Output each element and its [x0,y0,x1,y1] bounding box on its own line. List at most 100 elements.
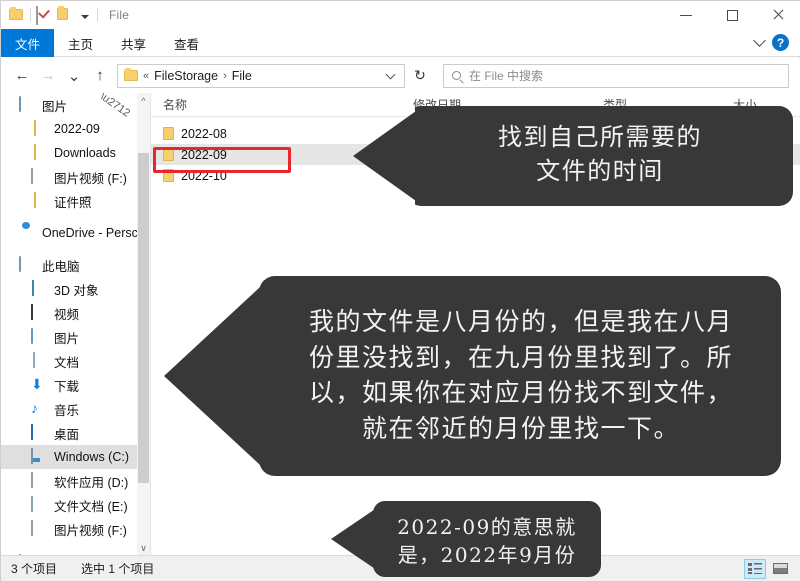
window-controls [663,1,800,29]
tab-file[interactable]: 文件 [1,29,54,57]
sidebar-item-label: 软件应用 (D:) [54,472,128,491]
disk-icon [31,473,47,489]
sidebar-item-label: 图片视频 (F:) [54,520,127,539]
video-icon [31,305,47,321]
folder-icon [163,127,174,140]
item-count: 3 个项目 [11,560,57,577]
sidebar-item-label: 证件照 [54,192,92,211]
sidebar-item-downloads-pc[interactable]: ⬇ 下载 [1,373,150,397]
breadcrumb-file[interactable]: File [232,69,252,83]
disk-icon [31,497,47,513]
details-view-button[interactable] [744,559,766,579]
sidebar-item-label: 此电脑 [42,256,80,275]
row-name: 2022-08 [181,127,227,141]
folder-icon [31,145,47,161]
desktop-icon [31,425,47,441]
quick-access-toolbar: File [1,1,129,29]
sidebar-item-desktop[interactable]: 桌面 [1,421,150,445]
sidebar-item-idphoto[interactable]: 证件照 [1,189,150,213]
large-icons-view-button[interactable] [769,559,791,579]
sidebar-item-label: 2022-09 [54,122,100,136]
sidebar-item-docs-e[interactable]: 文件文档 (E:) [1,493,150,517]
row-name-cell: 2022-08 [151,127,401,141]
download-icon: ⬇ [31,377,47,393]
column-header-name[interactable]: 名称 [151,96,401,113]
navigation-pane: 图片 \u2712 2022-09 Downloads 图片视频 (F:) 证件… [1,93,150,556]
refresh-button[interactable]: ↻ [407,64,433,88]
callout-middle-line-4: 就在邻近的月份里找一下。 [281,411,761,447]
sidebar-item-downloads[interactable]: Downloads [1,141,150,165]
folder-icon [31,121,47,137]
sidebar-item-label: 桌面 [54,424,79,443]
sidebar-item-picvideo-f2[interactable]: 图片视频 (F:) [1,517,150,541]
ribbon-tabs: 文件 主页 共享 查看 ? [1,29,800,57]
search-input[interactable]: 在 File 中搜索 [443,64,789,88]
sidebar-item-this-pc[interactable]: 此电脑 [1,253,150,277]
minimize-button[interactable] [663,1,709,29]
callout-middle-line-1: 我的文件是八月份的，但是我在八月 [281,304,761,340]
sidebar-item-3d-objects[interactable]: 3D 对象 [1,277,150,301]
callout-bottom-line-2: 是，2022年9月份 [385,541,589,569]
callout-top: 找到自己所需要的 文件的时间 [407,106,793,206]
callout-top-line-1: 找到自己所需要的 [423,120,777,154]
music-icon: ♪ [31,401,47,417]
pin-icon[interactable]: \u2712 [98,93,132,120]
help-icon[interactable]: ? [772,34,789,51]
tab-share[interactable]: 共享 [107,29,160,57]
sidebar-item-documents[interactable]: 文档 [1,349,150,373]
windows-drive-icon [31,449,47,465]
callout-top-line-2: 文件的时间 [423,154,777,188]
tab-view[interactable]: 查看 [160,29,213,57]
sidebar-item-2022-09[interactable]: 2022-09 [1,117,150,141]
sidebar-item-label: Downloads [54,146,116,160]
search-placeholder: 在 File 中搜索 [469,67,543,84]
scroll-up-icon[interactable]: ^ [137,93,150,109]
forward-button[interactable]: → [35,63,61,89]
sidebar-item-label: Windows (C:) [54,450,129,464]
sidebar-item-pictures-quick[interactable]: 图片 \u2712 [1,93,150,117]
properties-icon[interactable] [36,7,52,23]
tab-home[interactable]: 主页 [54,29,107,57]
callout-bottom: 2022-09的意思就 是，2022年9月份 [373,501,601,577]
toolbar-divider-2 [97,8,98,22]
cube-icon [31,281,47,297]
address-bar: ← → ⌄ ↑ « FileStorage › File ↻ 在 File 中搜… [1,58,800,93]
sidebar-item-label: 3D 对象 [54,280,98,299]
breadcrumb-dropdown-icon[interactable] [386,69,396,79]
sidebar-scrollbar[interactable]: ^ ∨ [137,93,150,556]
address-folder-icon [124,70,138,81]
breadcrumb-filestorage[interactable]: FileStorage [154,69,218,83]
folder-icon [163,148,174,161]
scrollbar-thumb[interactable] [138,153,149,483]
sidebar-item-label: 图片 [54,328,79,347]
sidebar-item-videos[interactable]: 视频 [1,301,150,325]
callout-middle-line-2: 份里没找到，在九月份里找到了。所 [281,340,761,376]
sidebar-item-label: 视频 [54,304,79,323]
callout-bottom-line-1: 2022-09的意思就 [385,513,589,541]
new-folder-icon[interactable] [57,7,73,23]
sidebar-item-picvideo-f[interactable]: 图片视频 (F:) [1,165,150,189]
sidebar-item-windows-c[interactable]: Windows (C:) [1,445,150,469]
sidebar-item-software-d[interactable]: 软件应用 (D:) [1,469,150,493]
picture-icon [19,97,35,113]
breadcrumb[interactable]: « FileStorage › File [117,64,405,88]
pc-icon [19,257,35,273]
sidebar-item-pictures[interactable]: 图片 [1,325,150,349]
folder-icon[interactable] [9,7,25,23]
sidebar-item-label: 下载 [54,376,79,395]
recent-locations-button[interactable]: ⌄ [61,63,87,89]
sidebar-item-onedrive[interactable]: OneDrive - Persc [1,221,150,245]
sidebar-item-music[interactable]: ♪ 音乐 [1,397,150,421]
maximize-button[interactable] [709,1,755,29]
customize-dropdown-icon[interactable] [78,7,92,23]
toolbar-divider [30,8,31,22]
close-button[interactable] [755,1,800,29]
sidebar-item-label: 文档 [54,352,79,371]
chevron-down-icon[interactable] [753,34,766,47]
up-button[interactable]: ↑ [87,63,113,89]
disk-icon [31,521,47,537]
scroll-down-icon[interactable]: ∨ [137,540,150,556]
sidebar-item-label: 图片 [42,96,67,115]
row-name: 2022-10 [181,169,227,183]
back-button[interactable]: ← [9,63,35,89]
